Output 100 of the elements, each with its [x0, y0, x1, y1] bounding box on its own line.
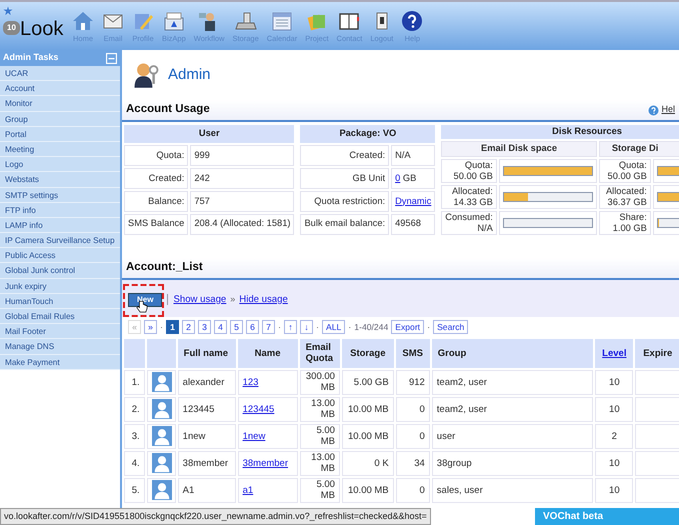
sidebar-title: Admin Tasks	[3, 51, 58, 64]
section-title: Account Usage	[126, 102, 210, 118]
sidebar-item[interactable]: IP Camera Surveillance Setup	[0, 233, 120, 248]
field-label: GB Unit	[300, 168, 390, 190]
name-link[interactable]: a1	[242, 484, 254, 496]
help-link[interactable]: Hel	[648, 103, 675, 117]
table-cell: 0	[396, 478, 430, 503]
toolbar-link[interactable]: Hide usage	[239, 292, 288, 308]
logo-text: Look	[20, 19, 64, 39]
sidebar-item[interactable]: LAMP info	[0, 218, 120, 234]
sidebar-item[interactable]: Meeting	[0, 142, 120, 158]
page-button[interactable]: 5	[230, 320, 243, 334]
pager-button[interactable]: ↑	[284, 320, 297, 334]
separator-text: ·	[278, 320, 281, 334]
table-cell: 10.00 MB	[342, 396, 394, 422]
sidebar-item[interactable]: Manage DNS	[0, 339, 120, 355]
status-bar: vo.lookafter.com/r/v/SID419551800isckgnqckf220.user_newname.admin.vo?_refreshlist=checked&&host=	[0, 508, 431, 525]
name-link[interactable]: 38member	[242, 458, 288, 469]
field-value: 242	[190, 168, 294, 190]
separator-text: ·	[427, 320, 430, 334]
name-link[interactable]: 1new	[242, 430, 266, 442]
chat-button[interactable]: VOChat beta	[535, 508, 679, 525]
page-button[interactable]: 4	[214, 320, 227, 334]
sidebar-item[interactable]: FTP info	[0, 202, 120, 218]
sidebar-item[interactable]: Mail Footer	[0, 324, 120, 340]
star-icon	[3, 6, 13, 16]
table-cell: user	[432, 424, 594, 449]
avatar-icon	[152, 372, 172, 392]
meter-label: Quota: 50.00 GB	[441, 158, 497, 183]
table-cell: 34	[396, 450, 430, 476]
column-header: User	[124, 125, 294, 144]
row-number: 3.	[124, 424, 145, 449]
column-header: Expire	[635, 338, 679, 368]
page-button[interactable]: 3	[198, 320, 211, 334]
sidebar-item[interactable]: Global Junk control	[0, 263, 120, 279]
sidebar-item[interactable]: Group	[0, 112, 120, 127]
table-cell: sales, user	[432, 478, 594, 503]
table-cell: 10	[595, 450, 634, 476]
separator-text: »	[230, 293, 236, 306]
table-cell: 38member	[178, 450, 236, 476]
sidebar-item[interactable]: Junk expiry	[0, 278, 120, 294]
pager-button[interactable]: ↓	[300, 320, 313, 334]
value-link[interactable]: Dynamic	[395, 196, 432, 206]
pager-button[interactable]: »	[144, 320, 157, 334]
sidebar-item[interactable]: Account	[0, 81, 120, 96]
field-label: Balance:	[124, 191, 188, 212]
count-badge: 10	[3, 21, 20, 35]
table-cell: 0	[396, 424, 430, 449]
row-number: 5.	[124, 478, 145, 503]
table-cell: 5.00 MB	[300, 424, 340, 449]
pager-button[interactable]: Search	[433, 320, 468, 334]
column-sort-link[interactable]: Level	[602, 348, 626, 359]
column-header: Storage	[342, 338, 394, 368]
sidebar-item[interactable]: SMTP settings	[0, 188, 120, 203]
table-cell: team2, user	[432, 396, 594, 422]
pager-button[interactable]: Export	[391, 320, 424, 334]
field-label: Created:	[124, 168, 188, 190]
avatar-icon	[152, 480, 172, 500]
avatar-icon	[152, 453, 172, 474]
field-label: Quota restriction:	[300, 191, 390, 212]
meter-label: Allocated: 36.37 GB	[598, 184, 651, 209]
column-header	[146, 338, 176, 368]
house-icon	[72, 10, 94, 32]
value-link[interactable]: 0	[395, 172, 400, 183]
table-cell: 300.00 MB	[300, 370, 340, 395]
table-cell: 5.00 GB	[342, 370, 394, 395]
pager-button[interactable]: ALL	[322, 320, 346, 334]
sidebar-item[interactable]: UCAR	[0, 66, 120, 82]
column-header: Name	[238, 338, 298, 368]
sidebar-item[interactable]: Logo	[0, 157, 120, 172]
collapse-icon[interactable]	[106, 52, 117, 64]
field-value: 208.4 (Allocated: 1581)	[190, 214, 294, 235]
range-text: 1-40/244	[354, 320, 388, 334]
table-cell: 10.00 MB	[342, 478, 394, 503]
field-label: Quota:	[124, 145, 188, 166]
table-cell: 123445	[178, 396, 236, 422]
name-link[interactable]: 123445	[242, 404, 274, 415]
page-button[interactable]: 2	[182, 320, 195, 334]
avatar-icon	[152, 399, 172, 420]
page-button[interactable]: 6	[246, 320, 259, 334]
calendar-icon	[270, 10, 293, 32]
separator-text: ·	[316, 320, 319, 334]
sidebar-item[interactable]: Make Payment	[0, 354, 120, 370]
toolbar-link[interactable]: Show usage	[173, 292, 226, 308]
sidebar-item[interactable]: Monitor	[0, 96, 120, 112]
sidebar-item[interactable]: Portal	[0, 126, 120, 142]
help-icon	[401, 10, 424, 32]
sidebar-item[interactable]: Global Email Rules	[0, 309, 120, 324]
page-button[interactable]: 1	[166, 320, 179, 334]
separator-text: ·	[348, 320, 352, 334]
admin-icon	[132, 61, 160, 89]
sidebar-item[interactable]: HumanTouch	[0, 294, 120, 309]
sidebar-item[interactable]: Public Access	[0, 248, 120, 264]
sidebar-item[interactable]: Webstats	[0, 172, 120, 188]
name-link[interactable]: 123	[242, 376, 258, 388]
column-header: Disk Resources	[441, 125, 679, 139]
separator-text: ·	[160, 320, 163, 334]
table-cell: 5.00 MB	[300, 478, 340, 503]
page-button[interactable]: 7	[262, 320, 275, 334]
column-header: Email Quota	[300, 338, 340, 368]
